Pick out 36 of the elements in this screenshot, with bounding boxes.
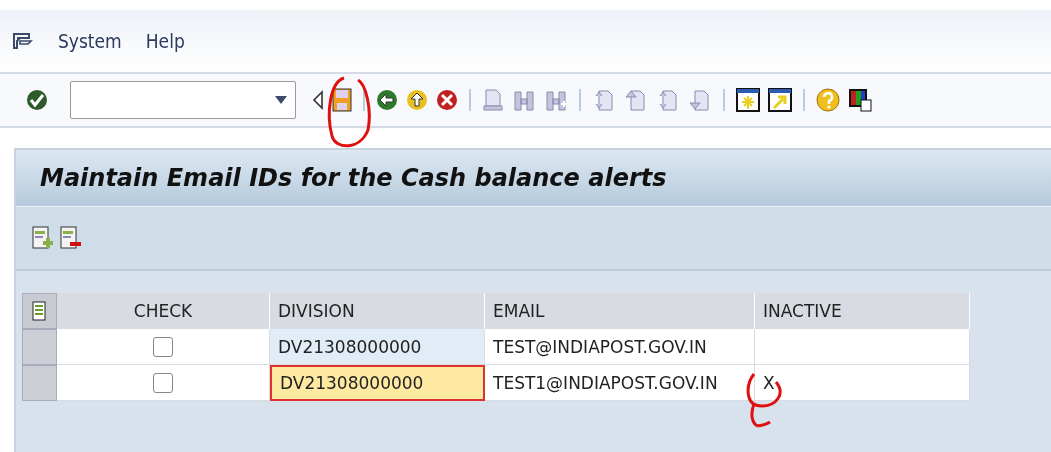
table-settings-icon[interactable] xyxy=(31,301,48,321)
insert-row-icon[interactable] xyxy=(32,226,54,250)
division-field[interactable]: DV21308000000 xyxy=(270,365,485,401)
column-header[interactable]: CHECK xyxy=(57,293,270,329)
inactive-cell: X xyxy=(755,365,970,401)
back-icon[interactable] xyxy=(376,89,398,111)
binoculars-plus-icon[interactable] xyxy=(544,88,568,112)
checkbox[interactable] xyxy=(153,336,173,357)
division-field[interactable]: DV21308000000 xyxy=(270,329,485,365)
layout-icon[interactable] xyxy=(848,88,872,112)
column-header[interactable]: INACTIVE xyxy=(755,293,970,329)
exit-icon[interactable] xyxy=(406,89,428,111)
column-header[interactable]: DIVISION xyxy=(270,293,485,329)
delete-row-icon[interactable] xyxy=(60,226,82,250)
command-field[interactable] xyxy=(70,81,296,119)
new-window-icon[interactable] xyxy=(736,88,760,112)
menu-icon[interactable] xyxy=(12,32,34,50)
menu-item[interactable]: Help xyxy=(145,30,185,52)
help-icon[interactable] xyxy=(816,88,840,112)
select-all-button[interactable] xyxy=(22,293,57,329)
previous-page-icon[interactable] xyxy=(624,88,648,112)
last-page-icon[interactable] xyxy=(688,88,712,112)
checkbox[interactable] xyxy=(153,372,173,393)
column-header[interactable]: EMAIL xyxy=(485,293,755,329)
binoculars-icon[interactable] xyxy=(512,88,536,112)
menu-item[interactable]: System xyxy=(58,30,122,52)
enter-icon[interactable] xyxy=(26,89,48,111)
cancel-icon[interactable] xyxy=(436,89,458,111)
email-cell: TEST@INDIAPOST.GOV.IN xyxy=(485,329,755,365)
collapse-icon[interactable] xyxy=(312,89,324,111)
save-icon[interactable] xyxy=(332,88,352,112)
shortcut-icon[interactable] xyxy=(768,88,792,112)
screen-title: Maintain Email IDs for the Cash balance alerts xyxy=(40,164,667,192)
dropdown-icon[interactable] xyxy=(275,96,287,104)
print-icon[interactable] xyxy=(482,88,504,112)
email-cell: TEST1@INDIAPOST.GOV.IN xyxy=(485,365,755,401)
